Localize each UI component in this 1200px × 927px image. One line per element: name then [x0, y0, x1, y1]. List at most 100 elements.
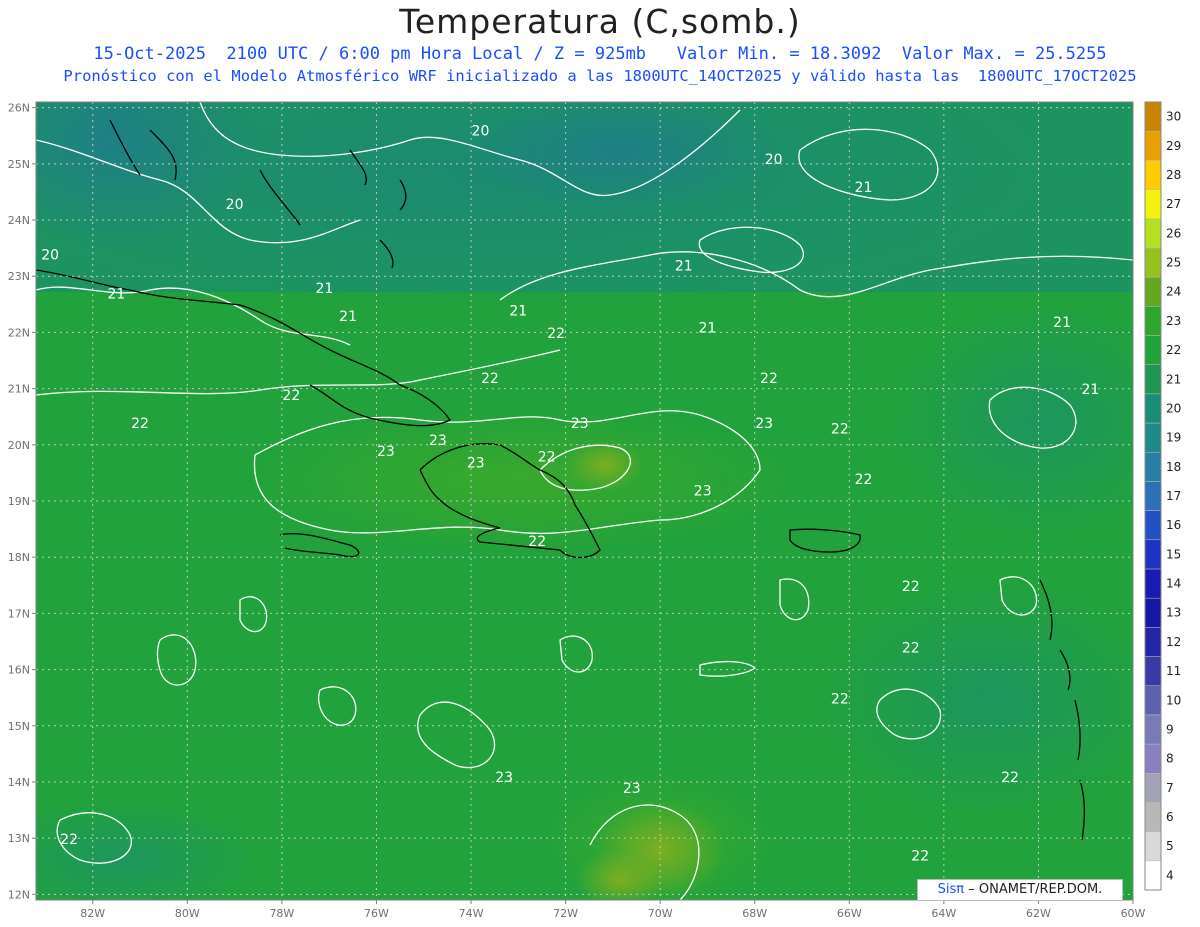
contour-label: 22: [131, 416, 149, 432]
colorbar-label: 30: [1166, 110, 1181, 124]
colorbar-label: 25: [1166, 256, 1181, 270]
colorbar-swatch-21: [1144, 364, 1162, 395]
temperature-map: 20 20 20 20 21 21 21 21 21 21 21 21 21 22 22 22 22 22 22 22…: [8, 101, 1181, 920]
contour-label: 21: [699, 320, 717, 336]
lon-tick-label: 74W: [459, 907, 484, 920]
colorbar-swatch-26: [1144, 218, 1162, 249]
colorbar-label: 27: [1166, 197, 1181, 211]
contour-label: 20: [472, 124, 490, 140]
colorbar-label: 6: [1166, 810, 1174, 824]
colorbar-label: 12: [1166, 635, 1181, 649]
lat-tick-label: 18N: [8, 551, 30, 564]
lon-tick-label: 78W: [269, 907, 294, 920]
lat-tick-label: 12N: [8, 888, 30, 901]
colorbar-swatch-9: [1144, 714, 1162, 745]
colorbar-swatch-12: [1144, 627, 1162, 657]
colorbar-label: 10: [1166, 693, 1181, 707]
colorbar-swatch-18: [1144, 451, 1162, 482]
lat-tick-label: 13N: [8, 832, 30, 845]
colorbar-label: 4: [1166, 868, 1174, 882]
lon-tick-label: 64W: [931, 907, 956, 920]
contour-label: 20: [226, 197, 244, 213]
colorbar-swatch-29: [1144, 130, 1162, 161]
lon-tick-label: 66W: [837, 907, 862, 920]
colorbar-label: 7: [1166, 781, 1174, 795]
contour-label: 21: [316, 281, 334, 297]
contour-label: 22: [902, 579, 920, 595]
contour-label: 22: [855, 472, 873, 488]
contour-label: 21: [1082, 382, 1100, 398]
lon-tick-label: 70W: [648, 907, 673, 920]
longitude-axis: 82W 80W 78W 76W 74W 72W 70W 68W 66W 64W 62W 60W: [80, 900, 1146, 920]
contour-label: 21: [855, 180, 873, 196]
colorbar-swatch-7: [1144, 773, 1162, 803]
colorbar-swatch-16: [1144, 510, 1162, 541]
colorbar-label: 22: [1166, 343, 1181, 357]
contour-label: 23: [467, 455, 485, 471]
colorbar-swatch-6: [1144, 802, 1162, 832]
lat-tick-label: 19N: [8, 495, 30, 508]
colorbar-swatch-13: [1144, 597, 1162, 628]
lat-tick-label: 20N: [8, 439, 30, 452]
contour-label: 21: [107, 287, 125, 303]
lon-tick-label: 82W: [80, 907, 105, 920]
contour-label: 23: [571, 416, 589, 432]
colorbar-swatch-14: [1144, 568, 1162, 599]
colorbar-swatch-27: [1144, 189, 1162, 219]
colorbar-label: 28: [1166, 168, 1181, 182]
colorbar-label: 18: [1166, 460, 1181, 474]
contour-label: 23: [694, 483, 712, 499]
contour-label: 23: [623, 781, 641, 797]
lon-tick-label: 68W: [742, 907, 767, 920]
colorbar-label: 20: [1166, 401, 1181, 415]
lat-tick-label: 21N: [8, 383, 30, 396]
colorbar-swatch-30: [1144, 101, 1162, 132]
lat-tick-label: 16N: [8, 664, 30, 677]
colorbar-swatch-24: [1144, 276, 1162, 307]
colorbar-label: 14: [1166, 577, 1181, 591]
contour-label: 22: [831, 691, 849, 707]
colorbar-swatch-28: [1144, 160, 1162, 190]
contour-label: 22: [760, 371, 778, 387]
colorbar-swatch-4: [1144, 860, 1162, 891]
shaded-field: 20 20 20 20 21 21 21 21 21 21 21 21 21 22 22 22 22 22 22 22…: [36, 102, 1133, 900]
colorbar-label: 5: [1166, 839, 1174, 853]
lon-tick-label: 76W: [364, 907, 389, 920]
colorbar: 4 5 6 7 8 9 10 11 12 13 14 15 16 17 18 19 20 21 22 23 24 25 26…: [1144, 101, 1181, 891]
contour-label: 22: [60, 832, 78, 848]
contour-label: 23: [755, 416, 773, 432]
contour-label: 21: [339, 309, 357, 325]
contour-label: 22: [911, 849, 929, 865]
lat-tick-label: 17N: [8, 607, 30, 620]
lat-tick-label: 25N: [8, 158, 30, 171]
lat-tick-label: 26N: [8, 102, 30, 115]
colorbar-label: 21: [1166, 372, 1181, 386]
lon-tick-label: 62W: [1026, 907, 1051, 920]
colorbar-label: 19: [1166, 431, 1181, 445]
contour-label: 21: [1053, 315, 1071, 331]
lon-tick-label: 60W: [1121, 907, 1146, 920]
colorbar-swatch-15: [1144, 539, 1162, 570]
contour-label: 21: [675, 259, 693, 275]
colorbar-swatch-11: [1144, 656, 1162, 686]
colorbar-swatch-19: [1144, 422, 1162, 453]
colorbar-label: 9: [1166, 722, 1174, 736]
lat-tick-label: 23N: [8, 270, 30, 283]
contour-label: 23: [377, 444, 395, 460]
contour-label: 22: [831, 422, 849, 438]
lat-tick-label: 15N: [8, 720, 30, 733]
contour-label: 23: [495, 770, 513, 786]
brand-logo: Sisπ: [937, 882, 965, 897]
colorbar-label: 26: [1166, 226, 1181, 240]
contour-label: 20: [765, 152, 783, 168]
contour-label: 20: [41, 247, 59, 263]
contour-label: 22: [282, 388, 300, 404]
colorbar-swatch-5: [1144, 831, 1162, 862]
contour-label: 22: [538, 450, 556, 466]
latitude-axis: 26N 25N 24N 23N 22N 21N 20N 19N 18N 17N 16N 15N 14N 1…: [8, 102, 36, 901]
colorbar-label: 24: [1166, 285, 1181, 299]
colorbar-label: 15: [1166, 547, 1181, 561]
colorbar-swatch-20: [1144, 393, 1162, 424]
contour-label: 22: [528, 534, 546, 550]
contour-label: 22: [902, 641, 920, 657]
